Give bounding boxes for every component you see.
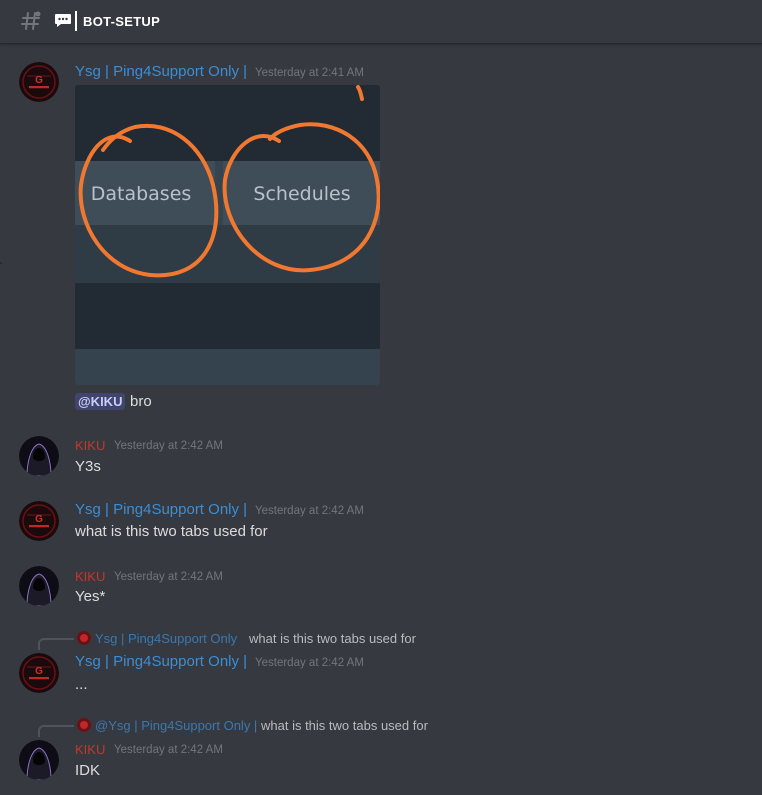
timestamp: Yesterday at 2:42 AM (255, 657, 364, 669)
avatar-kiku[interactable] (19, 740, 59, 780)
timestamp: Yesterday at 2:42 AM (114, 571, 223, 583)
author-name[interactable]: KIKU (75, 742, 105, 757)
svg-text:G: G (35, 514, 43, 525)
databases-tab-label: Databases (91, 183, 192, 205)
message-text: bro (130, 393, 152, 410)
timestamp: Yesterday at 2:42 AM (114, 440, 223, 452)
author-name[interactable]: Ysg | Ping4Support Only | (75, 501, 247, 518)
svg-text:G: G (35, 666, 43, 677)
reply-avatar[interactable] (77, 718, 91, 732)
author-name[interactable]: KIKU (75, 569, 105, 584)
avatar-kiku[interactable] (19, 436, 59, 476)
hash-icon (21, 11, 41, 30)
header-divider (75, 11, 77, 31)
image-attachment[interactable]: Databases Schedules (75, 85, 380, 385)
reply-connector (38, 725, 74, 737)
reply-author[interactable]: Ysg | Ping4Support Only (95, 631, 237, 646)
avatar-ysg[interactable]: G (19, 501, 59, 541)
message-text: ... (75, 676, 88, 693)
message-text: IDK (75, 762, 101, 779)
svg-text:G: G (35, 75, 43, 86)
author-name[interactable]: Ysg | Ping4Support Only | (75, 653, 247, 670)
message-text: Yes* (75, 588, 106, 605)
user-mention[interactable]: @KIKU (75, 393, 126, 410)
avatar-ysg[interactable]: G (19, 62, 59, 102)
channel-name: BOT-SETUP (83, 14, 161, 29)
reply-connector (38, 638, 74, 650)
reply-text[interactable]: what is this two tabs used for (249, 631, 416, 646)
channel-header: BOT-SETUP (0, 0, 762, 44)
avatar-ysg[interactable]: G (19, 653, 59, 693)
message-text: Y3s (75, 458, 101, 475)
message-text: what is this two tabs used for (75, 523, 268, 540)
reply-avatar[interactable] (77, 631, 91, 645)
reply-text[interactable]: what is this two tabs used for (261, 718, 428, 733)
author-name[interactable]: Ysg | Ping4Support Only | (75, 63, 247, 80)
schedules-tab-label: Schedules (253, 183, 350, 205)
timestamp: Yesterday at 2:42 AM (114, 744, 223, 756)
author-name[interactable]: KIKU (75, 438, 105, 453)
scroll-marker (0, 262, 2, 264)
timestamp: Yesterday at 2:41 AM (255, 67, 364, 79)
speech-bubble-icon (55, 14, 71, 27)
reply-author[interactable]: @Ysg | Ping4Support Only | (95, 718, 257, 733)
timestamp: Yesterday at 2:42 AM (255, 505, 364, 517)
avatar-kiku[interactable] (19, 566, 59, 606)
